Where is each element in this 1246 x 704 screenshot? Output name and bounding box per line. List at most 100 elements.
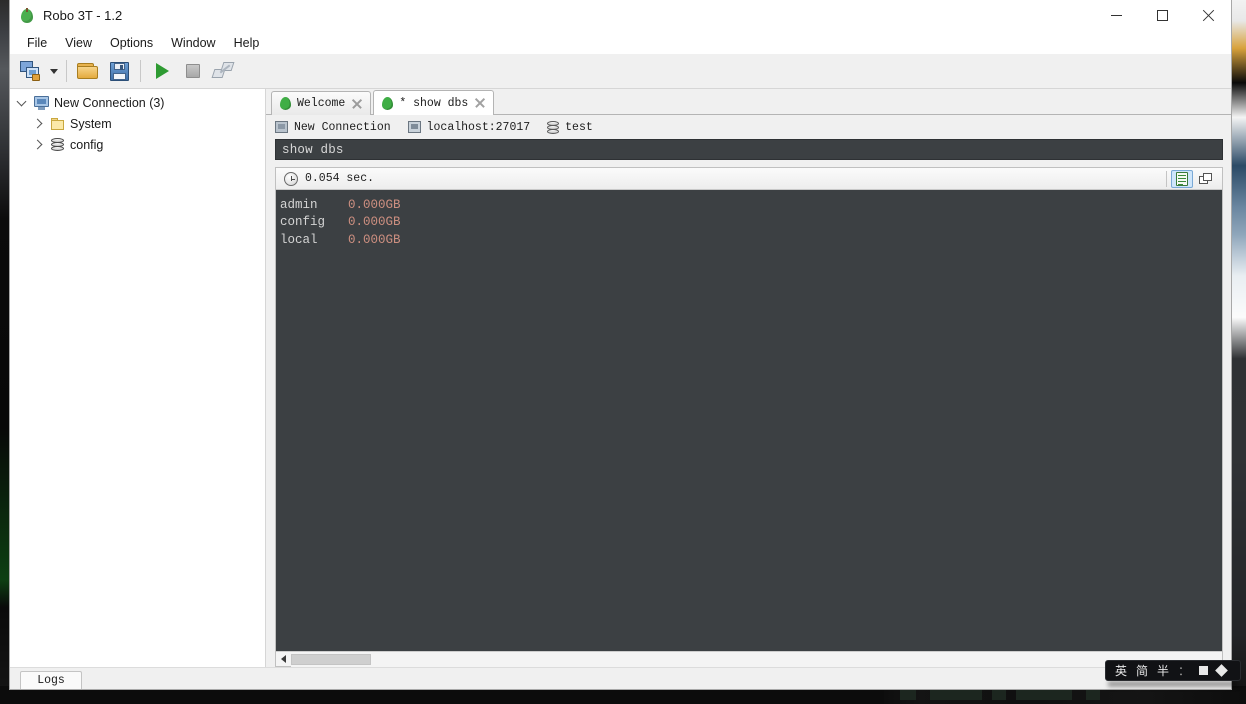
open-script-button[interactable] [73,57,103,85]
database-name-cell: local [280,232,318,247]
connection-segment[interactable]: New Connection [275,121,391,134]
tree-view-button[interactable] [1195,170,1217,188]
leaf-icon [280,97,291,110]
connection-info-bar: New Connection localhost:27017 test [266,115,1231,139]
menu-window[interactable]: Window [162,32,224,54]
ime-width[interactable]: 半 [1157,662,1169,679]
ime-shadow [1108,681,1238,687]
database-segment[interactable]: test [547,120,593,134]
minimize-button[interactable] [1093,0,1139,31]
document-icon [1176,171,1188,186]
toolbar-separator [66,60,67,82]
menu-file[interactable]: File [18,32,56,54]
chevron-right-icon[interactable] [32,117,45,130]
folder-icon [50,117,65,131]
tab-show-dbs[interactable]: * show dbs [373,90,495,115]
scrollbar-track[interactable] [291,651,1222,667]
database-name: test [565,120,593,134]
diamond-icon[interactable] [1215,664,1228,677]
chevron-down-icon [49,68,58,74]
stop-square-icon [186,64,200,78]
logs-tab[interactable]: Logs [20,671,82,689]
main-split: New Connection (3) System config Welcome… [10,89,1231,667]
explain-button[interactable] [209,57,239,85]
tab-bar: Welcome * show dbs [266,89,1231,115]
close-button[interactable] [1185,0,1231,31]
ime-status-bar[interactable]: 英 简 半 ： [1105,660,1241,681]
taskbar-item[interactable] [900,689,916,700]
desktop-left-strip [0,0,9,690]
maximize-button[interactable] [1139,0,1185,31]
app-leaf-icon [19,7,35,24]
editor-pane: Welcome * show dbs New Connection localh… [266,89,1231,667]
close-icon[interactable] [474,97,486,109]
query-editor[interactable]: show dbs [275,139,1223,160]
menu-view[interactable]: View [56,32,101,54]
taskbar-item[interactable] [992,689,1006,700]
connect-icon [20,61,42,81]
window-title: Robo 3T - 1.2 [43,8,123,23]
results-panel: 0.054 sec. admin 0.000GB config 0.000GB … [275,167,1223,667]
tab-welcome[interactable]: Welcome [271,91,372,115]
scrollbar-thumb[interactable] [291,653,371,665]
play-icon [155,63,169,79]
clock-icon [284,171,298,186]
result-row: config 0.000GB [280,214,1222,231]
explain-icon [211,62,235,80]
host-address: localhost:27017 [426,120,531,134]
sidebar-item-system[interactable]: System [10,113,265,134]
save-floppy-icon [109,61,129,81]
results-toolbar: 0.054 sec. [276,168,1222,190]
chevron-down-icon[interactable] [16,96,29,109]
taskbar-item[interactable] [930,689,982,700]
database-size-cell: 0.000GB [348,198,401,212]
results-output[interactable]: admin 0.000GB config 0.000GB local 0.000… [276,190,1222,651]
tab-label: * show dbs [399,96,469,110]
text-view-button[interactable] [1171,169,1193,188]
sidebar-item-label: config [70,137,104,152]
database-name-cell: config [280,215,326,230]
taskbar-item[interactable] [1086,689,1100,700]
menu-bar: File View Options Window Help [10,31,1231,54]
connection-tree-sidebar[interactable]: New Connection (3) System config [10,89,266,667]
scroll-left-button[interactable] [276,652,291,667]
connect-dropdown-button[interactable] [47,57,60,85]
chevron-right-icon[interactable] [32,138,45,151]
close-icon[interactable] [351,98,363,110]
menu-help[interactable]: Help [225,32,269,54]
menu-options[interactable]: Options [101,32,162,54]
status-bar: Logs [10,667,1231,689]
execute-button[interactable] [147,57,177,85]
database-size-cell: 0.000GB [348,232,401,247]
ime-language[interactable]: 英 [1115,662,1127,679]
folder-open-icon [77,62,99,80]
sidebar-item-new-connection[interactable]: New Connection (3) [10,92,265,113]
stop-button[interactable] [178,57,208,85]
ime-mode[interactable]: 简 [1136,662,1148,679]
sidebar-item-label: New Connection (3) [54,95,165,110]
square-icon[interactable] [1199,666,1209,675]
database-size-cell: 0.000GB [348,215,401,230]
robo3t-main-window: Robo 3T - 1.2 File View Options Window H… [9,0,1232,690]
connection-name: New Connection [294,120,391,134]
cascade-windows-icon [1199,172,1213,185]
save-script-button[interactable] [104,57,134,85]
window-controls [1093,0,1231,31]
sidebar-item-label: System [70,116,112,131]
toolbar-separator [140,60,141,82]
desktop-background: Robo 3T - 1.2 File View Options Window H… [0,0,1246,704]
timing-label: 0.054 sec. [305,172,375,185]
toolbar-separator [1166,170,1167,187]
sidebar-item-config[interactable]: config [10,134,265,155]
ime-separator: ： [1178,664,1191,678]
database-icon [547,120,560,134]
horizontal-scrollbar[interactable] [276,651,1222,667]
result-row: local 0.000GB [280,232,1222,249]
view-mode-buttons [1171,169,1220,188]
title-bar-left: Robo 3T - 1.2 [10,7,123,24]
desktop-right-strip [1232,0,1246,690]
host-segment[interactable]: localhost:27017 [407,120,531,134]
result-row: admin 0.000GB [280,197,1222,214]
taskbar-item[interactable] [1016,689,1072,700]
connect-button[interactable] [16,57,46,85]
